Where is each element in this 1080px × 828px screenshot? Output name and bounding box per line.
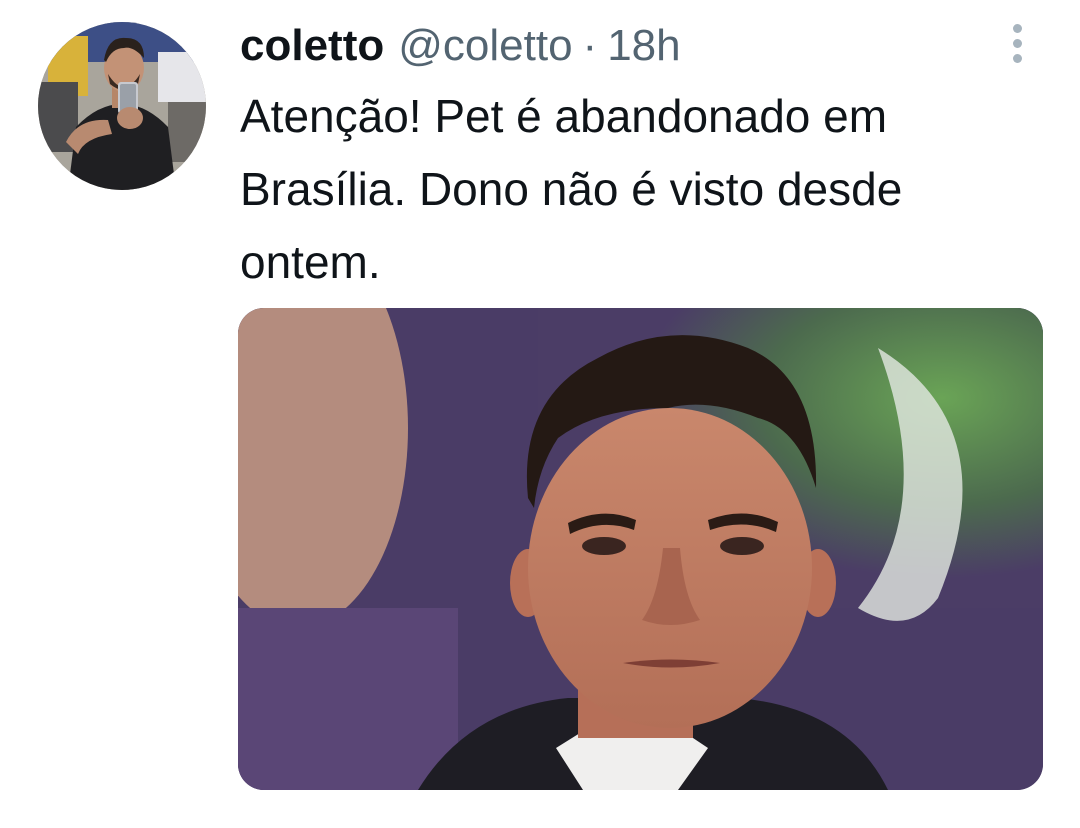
display-name[interactable]: coletto bbox=[240, 20, 384, 72]
tweet-timestamp[interactable]: 18h bbox=[607, 20, 680, 72]
media-image bbox=[238, 308, 1043, 790]
avatar[interactable] bbox=[38, 22, 206, 190]
tweet-media-photo[interactable] bbox=[238, 308, 1043, 790]
tweet-header: coletto @coletto · 18h bbox=[240, 20, 681, 72]
tweet-text: Atenção! Pet é abandonado em Brasília. D… bbox=[240, 90, 903, 288]
more-dot bbox=[1012, 23, 1022, 33]
tweet[interactable]: coletto @coletto · 18h Atenção! Pet é ab… bbox=[0, 0, 1080, 828]
avatar-image bbox=[38, 22, 206, 190]
user-handle[interactable]: @coletto bbox=[398, 20, 572, 72]
more-vertical-icon[interactable] bbox=[1000, 22, 1034, 64]
more-dot bbox=[1012, 53, 1022, 63]
header-separator: · bbox=[582, 21, 598, 70]
more-dot bbox=[1012, 38, 1022, 48]
